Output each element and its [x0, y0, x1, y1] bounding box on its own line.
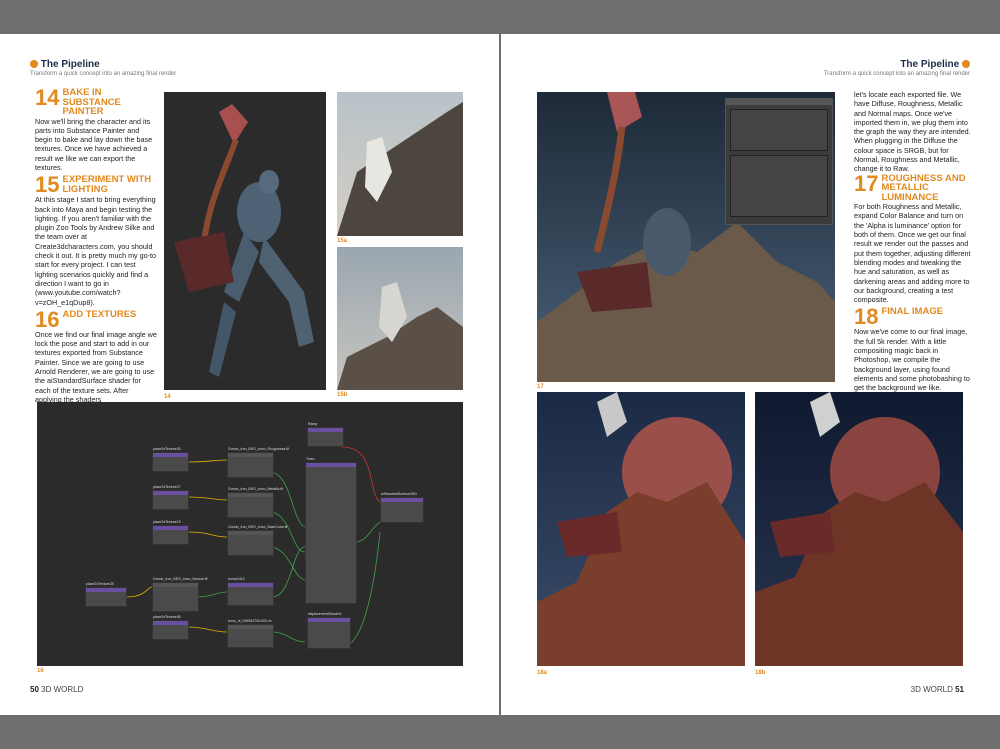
- step-17: 17 Roughness and Metallic luminance For …: [854, 170, 972, 305]
- graph-node: displacementShader1: [307, 612, 351, 649]
- magazine-name: 3D WORLD: [41, 685, 84, 694]
- graph-node: Gondo_Iron_BEG_torso_BaseColor.tif: [227, 525, 287, 556]
- caption: 16: [37, 668, 44, 674]
- step-number: 16: [35, 306, 60, 332]
- graph-node: Gondo_Iron_BEG_torso_Metallic.tif: [227, 487, 283, 518]
- page-number: 50: [30, 685, 39, 694]
- page-folio: 50 3D WORLD: [30, 685, 83, 694]
- step-number: 17: [854, 170, 879, 196]
- graph-node: Gondo_Iron_BEG_torso_Normal.tif: [152, 577, 207, 612]
- graph-node: place2dTexture27: [152, 485, 189, 510]
- graph-node: place2dTexture30: [152, 447, 189, 472]
- header-subtitle: Transform a quick concept into an amazin…: [30, 71, 177, 77]
- text-column: let's locate each exported file. We have…: [854, 90, 972, 396]
- render-image-18a: [537, 392, 745, 666]
- attribute-editor-panel: [725, 98, 833, 225]
- caption: 14: [164, 394, 171, 400]
- page-number: 51: [955, 685, 964, 694]
- intro-paragraph: let's locate each exported file. We have…: [854, 90, 971, 174]
- step-14: 14 Bake in Substance Painter Now we'll b…: [35, 85, 157, 172]
- step-body: For both Roughness and Metallic, expand …: [854, 202, 971, 305]
- page-header: The Pipeline Transform a quick concept i…: [824, 59, 970, 77]
- step-number: 14: [35, 85, 60, 110]
- step-16: 16 Add textures Once we find our final i…: [35, 306, 157, 404]
- step-body: At this stage I start to bring everythin…: [35, 195, 157, 307]
- caption: 15b: [337, 392, 348, 398]
- step-body: Now we'll bring the character and its pa…: [35, 116, 153, 172]
- header-title: The Pipeline: [900, 59, 960, 70]
- render-image-17: [537, 92, 835, 382]
- graph-node: place2dTexture48: [152, 615, 189, 640]
- bullet-icon: [962, 60, 970, 69]
- step-number: 15: [35, 172, 60, 198]
- graph-node: torso_nl_DNNS47001001.tx: [227, 619, 274, 648]
- right-page: The Pipeline Transform a quick concept i…: [501, 34, 1000, 715]
- graph-node: bump2d19: [227, 577, 274, 606]
- step-number: 18: [854, 304, 879, 330]
- bullet-icon: [30, 60, 38, 69]
- caption: 18a: [537, 670, 548, 676]
- caption: 18b: [755, 670, 766, 676]
- header-title: The Pipeline: [40, 59, 100, 70]
- render-image-18b: [755, 392, 963, 666]
- caption: 17: [537, 384, 544, 390]
- graph-node: place2dTexture15: [152, 520, 189, 545]
- page-header: The Pipeline Transform a quick concept i…: [30, 59, 176, 77]
- page-folio: 3D WORLD 51: [911, 685, 964, 694]
- render-image-15a: [337, 92, 463, 236]
- step-18: 18 Final image Now we've come to our fin…: [854, 304, 972, 393]
- header-subtitle: Transform a quick concept into an amazin…: [823, 71, 970, 77]
- graph-node: Gondo_Iron_BEG_torso_Roughness.tif: [227, 447, 289, 478]
- caption: 15a: [337, 238, 348, 244]
- left-page: The Pipeline Transform a quick concept i…: [0, 34, 499, 715]
- step-15: 15 Experiment with lighting At this stag…: [35, 172, 157, 307]
- character-render: [174, 104, 314, 377]
- step-body: Now we've come to our final image, the f…: [854, 327, 970, 393]
- graph-node: Ramp: [307, 422, 344, 447]
- graph-node: place2dTexture28: [85, 582, 127, 607]
- node-graph-image: place2dTexture30 place2dTexture27 place2…: [37, 402, 463, 666]
- text-column: 14 Bake in Substance Painter Now we'll b…: [35, 85, 157, 407]
- render-image-14: [164, 92, 326, 390]
- render-image-15b: [337, 247, 463, 390]
- magazine-name: 3D WORLD: [910, 685, 953, 694]
- step-body: Once we find our final image angle we lo…: [35, 329, 157, 404]
- graph-node: Torso: [305, 457, 357, 604]
- graph-node: aiStandardSurface3SG: [380, 492, 424, 523]
